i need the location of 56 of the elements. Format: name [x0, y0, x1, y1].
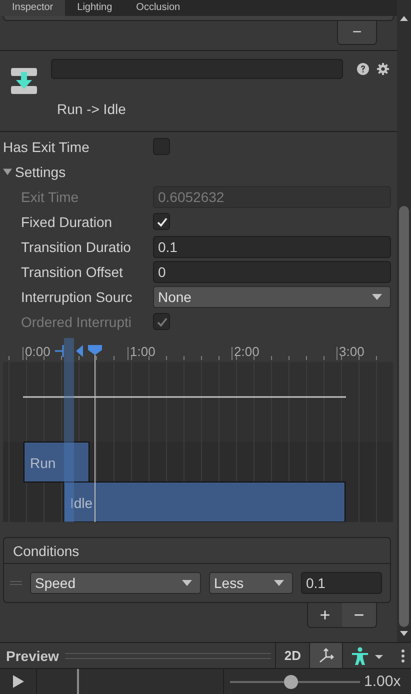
panel-tab[interactable]: Inspector	[0, 0, 66, 16]
add-button[interactable]: +	[307, 603, 342, 628]
play-icon[interactable]	[12, 675, 24, 688]
number-field[interactable]: 0.1	[153, 236, 391, 258]
property-label: Fixed Duration	[21, 214, 112, 230]
settings-icon[interactable]	[377, 63, 389, 75]
parameter-dropdown[interactable]: Speed	[30, 572, 201, 594]
panel-tab[interactable]: Occlusion	[124, 0, 192, 16]
transition-start-marker-icon[interactable]	[54, 344, 64, 358]
caret-icon	[274, 580, 284, 586]
panel-tab[interactable]: Lighting	[65, 0, 124, 16]
transition-icon	[11, 68, 37, 94]
time-label: 1:00	[130, 344, 156, 359]
property-label: Exit Time	[21, 188, 79, 204]
speed-reading: 1.00x	[364, 673, 401, 690]
remove-button[interactable]: −	[342, 603, 377, 628]
preview-title: Preview	[5, 648, 60, 664]
playhead-marker-icon[interactable]	[88, 345, 102, 355]
slider-thumb[interactable]	[284, 674, 298, 688]
conditions-title: Conditions	[13, 542, 80, 558]
checkmark-icon	[156, 316, 168, 328]
property-label: Has Exit Time	[3, 138, 90, 154]
threshold-field[interactable]: 0.1	[301, 572, 382, 594]
dropdown[interactable]: None	[153, 286, 391, 308]
transition-title: Run -> Idle	[57, 101, 127, 117]
mode-dropdown[interactable]: Less	[209, 572, 293, 594]
time-label: 2:00	[234, 344, 260, 359]
transition-timeline[interactable]: 0:00 1:00 2:00 3:00 Run Idle	[3, 338, 393, 522]
caret-icon	[372, 294, 382, 300]
clip-bar[interactable]	[64, 482, 346, 522]
transition-end-marker-icon[interactable]	[76, 345, 83, 357]
property-label: Interruption Sourc	[21, 288, 132, 304]
expanded-arrow-icon[interactable]	[3, 167, 12, 176]
time-label: 0:00	[25, 344, 50, 359]
caret-icon	[182, 580, 192, 586]
help-icon[interactable]	[357, 63, 369, 75]
checkbox[interactable]	[153, 213, 170, 230]
scroll-down-icon[interactable]	[400, 631, 408, 636]
scroll-up-icon[interactable]	[400, 16, 408, 21]
avatar-figure-icon[interactable]	[351, 646, 385, 664]
property-label: Transition Duratio	[21, 238, 131, 254]
time-label: 3:00	[339, 344, 364, 359]
axes-gizmo-icon[interactable]	[318, 648, 334, 664]
checkmark-icon	[156, 216, 168, 228]
drag-handle-icon[interactable]	[10, 581, 22, 585]
more-menu-icon[interactable]	[401, 648, 405, 662]
number-field[interactable]: 0	[153, 260, 391, 282]
remove-button[interactable]: −	[337, 21, 377, 45]
property-label: Ordered Interrupti	[21, 314, 132, 330]
clip-label: Idle	[70, 495, 93, 511]
clip-label: Run	[30, 455, 56, 471]
speed-slider[interactable]	[230, 674, 360, 688]
clip-bar[interactable]	[24, 442, 90, 482]
checkbox[interactable]	[153, 138, 170, 155]
property-label: Transition Offset	[21, 264, 123, 280]
foldout-label[interactable]: Settings	[15, 164, 66, 180]
